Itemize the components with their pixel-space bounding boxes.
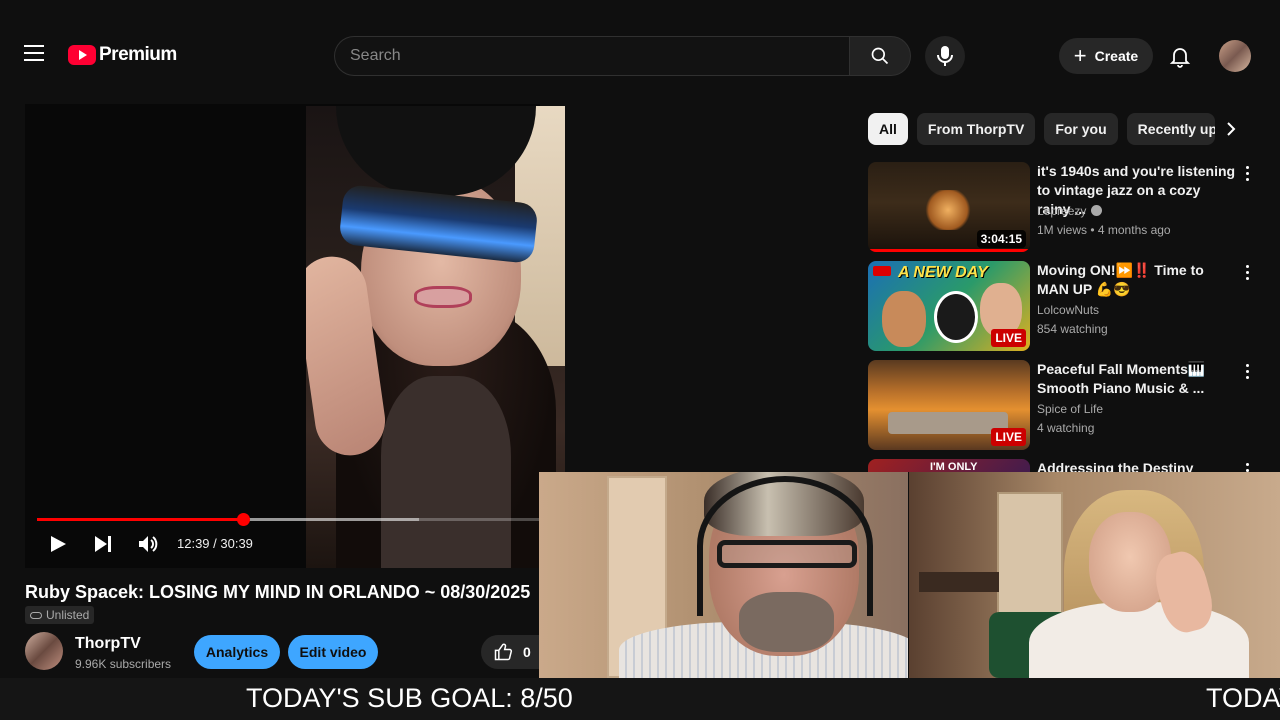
chip-for-you[interactable]: For you (1044, 113, 1118, 145)
webcam-host (539, 472, 908, 678)
video-thumbnail[interactable]: I'M ONLY (868, 459, 1030, 472)
search-box (334, 36, 850, 76)
thumbnail-text: I'M ONLY (930, 461, 978, 472)
account-avatar[interactable] (1219, 40, 1251, 72)
chip-all[interactable]: All (868, 113, 908, 145)
list-item[interactable]: 3:04:15 it's 1940s and you're listening … (868, 162, 1268, 254)
video-title: Ruby Spacek: LOSING MY MIND IN ORLANDO ~… (25, 582, 531, 602)
menu-icon[interactable] (24, 45, 44, 61)
more-vert-icon[interactable] (1242, 166, 1252, 184)
rec-title[interactable]: Peaceful Fall Moments🎹 Smooth Piano Musi… (1037, 360, 1237, 398)
video-thumbnail[interactable]: A NEW DAY LIVE (868, 261, 1030, 351)
play-icon[interactable] (49, 535, 67, 553)
live-indicator-icon (873, 266, 891, 276)
voice-search-button[interactable] (925, 36, 965, 76)
rec-channel-name: Lepreezy (1037, 204, 1087, 218)
sub-goal-ticker: TODAY'S SUB GOAL: 8/50 TODAY (0, 678, 1280, 720)
analytics-button[interactable]: Analytics (194, 635, 280, 669)
time-display: 12:39 / 30:39 (177, 536, 253, 551)
more-vert-icon[interactable] (1242, 463, 1252, 472)
list-item[interactable]: LIVE Peaceful Fall Moments🎹 Smooth Piano… (868, 360, 1268, 452)
video-thumbnail[interactable]: LIVE (868, 360, 1030, 450)
youtube-logo[interactable]: Premium (68, 44, 177, 66)
verified-icon (1091, 205, 1103, 216)
progress-played (37, 518, 244, 521)
logo-text: Premium (99, 44, 177, 65)
rec-channel[interactable]: Lepreezy (1037, 204, 1103, 218)
channel-name[interactable]: ThorpTV (75, 635, 141, 653)
visibility-label: Unlisted (46, 608, 90, 622)
search-button[interactable] (849, 36, 911, 76)
bell-icon[interactable] (1168, 44, 1192, 68)
rec-title[interactable]: Moving ON!⏩‼️ Time to MAN UP 💪😎 (1037, 261, 1237, 299)
plus-icon: + (1073, 43, 1087, 68)
visibility-badge: Unlisted (25, 606, 95, 624)
rec-meta: 854 watching (1037, 322, 1108, 336)
create-label: Create (1094, 48, 1139, 64)
masthead: Premium + Create (0, 0, 1280, 110)
thumbnail-text: A NEW DAY (898, 264, 988, 281)
progress-bar[interactable] (37, 513, 540, 526)
list-item[interactable]: A NEW DAY LIVE Moving ON!⏩‼️ Time to MAN… (868, 261, 1268, 353)
link-icon (30, 611, 42, 619)
video-frame (306, 106, 565, 568)
thumbs-up-icon (494, 643, 513, 661)
live-badge: LIVE (991, 329, 1026, 347)
edit-video-button[interactable]: Edit video (288, 635, 378, 669)
ticker-text: TODAY'S SUB GOAL: 8/50 (246, 683, 573, 713)
search-input[interactable] (335, 37, 850, 75)
more-vert-icon[interactable] (1242, 364, 1252, 382)
volume-icon[interactable] (138, 534, 160, 554)
video-player[interactable]: 12:39 / 30:39 (25, 104, 565, 568)
rec-channel[interactable]: Spice of Life (1037, 402, 1103, 416)
rec-title[interactable]: Addressing the Destiny (1037, 459, 1237, 472)
list-item[interactable]: I'M ONLY Addressing the Destiny (868, 459, 1268, 472)
rec-channel[interactable]: LolcowNuts (1037, 303, 1099, 317)
duration-badge: 3:04:15 (976, 230, 1026, 248)
more-vert-icon[interactable] (1242, 265, 1252, 283)
like-button[interactable]: 0 (481, 635, 541, 669)
channel-avatar[interactable] (25, 632, 63, 670)
subscriber-count: 9.96K subscribers (75, 657, 172, 671)
chevron-right-icon[interactable] (1222, 120, 1240, 138)
like-count: 0 (523, 644, 531, 660)
youtube-logo-icon (68, 45, 96, 65)
filter-chips: All From ThorpTV For you Recently upload… (868, 113, 1215, 145)
webcam-guest (909, 472, 1280, 678)
search-icon (871, 47, 889, 65)
scrubber-handle[interactable] (237, 513, 251, 526)
rec-meta: 1M views • 4 months ago (1037, 223, 1171, 237)
video-thumbnail[interactable]: 3:04:15 (868, 162, 1030, 252)
create-button[interactable]: + Create (1059, 38, 1153, 74)
ticker-text-repeat: TODAY (1206, 683, 1280, 713)
chip-recently-uploaded[interactable]: Recently uploaded (1126, 113, 1215, 145)
chip-from-thorptv[interactable]: From ThorpTV (916, 113, 1036, 145)
rec-meta: 4 watching (1037, 421, 1095, 435)
mic-icon (937, 46, 953, 66)
watched-progress (868, 249, 1030, 252)
live-badge: LIVE (991, 428, 1026, 446)
next-icon[interactable] (93, 535, 113, 553)
